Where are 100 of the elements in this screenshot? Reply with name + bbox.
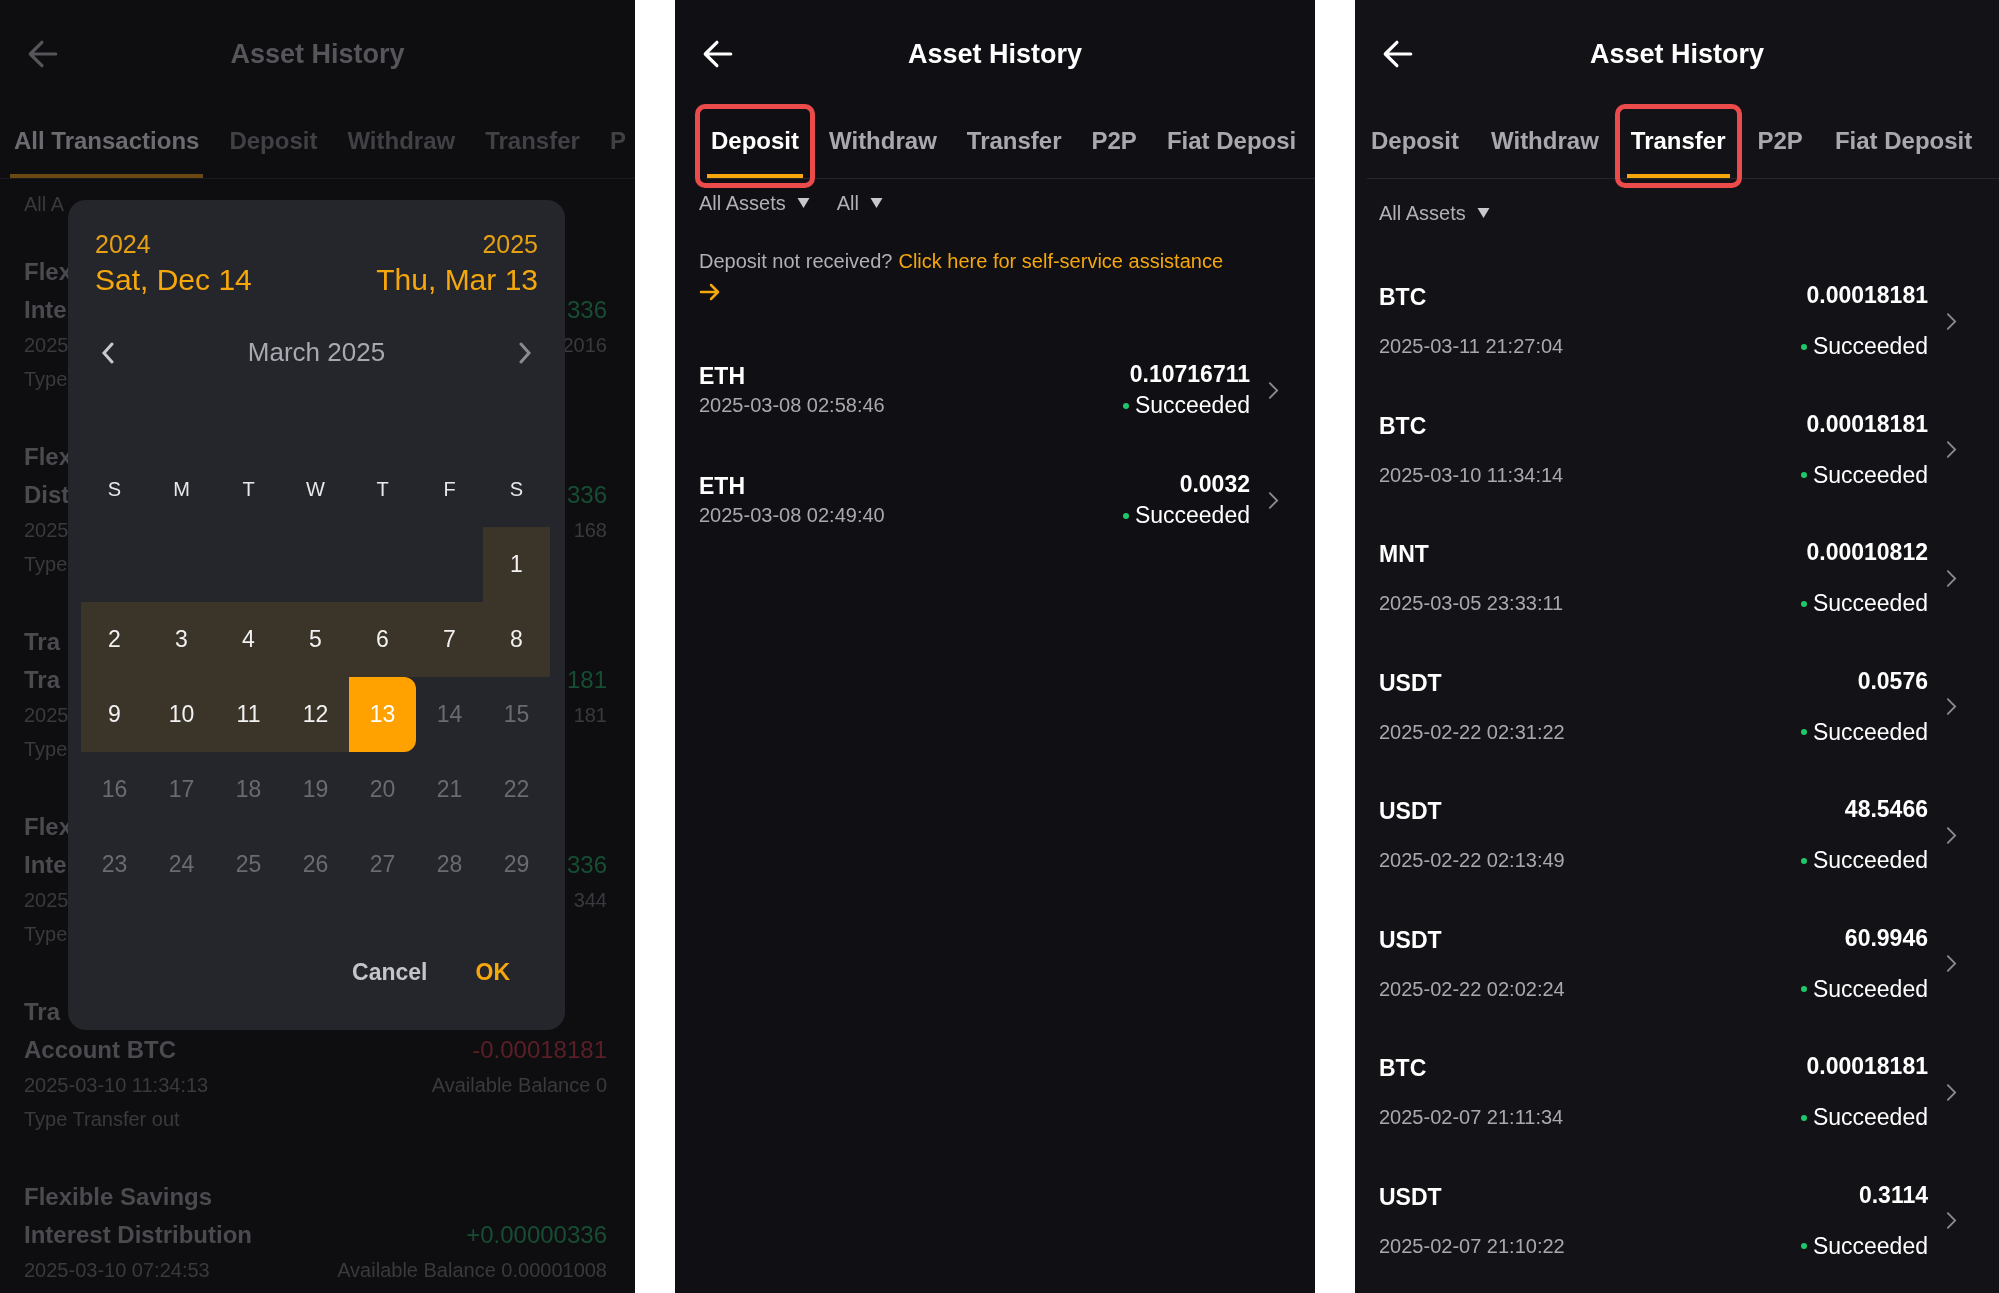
timestamp: 2025-03-11 21:27:04 [1379,335,1565,359]
weekday-label: M [172,477,191,501]
chevron-right-icon[interactable] [1268,490,1279,510]
end-year: 2025 [482,230,538,259]
month-label: March 2025 [247,337,386,368]
amount: 0.0032 [1179,471,1250,498]
record-title: Tra [24,666,62,695]
calendar-day[interactable]: 1 [483,527,550,602]
assistance-link[interactable]: Click here for self-service assistance [898,250,1223,272]
arrow-right-icon[interactable] [699,283,721,301]
amount: 0.00010812 [1806,539,1928,567]
amount: 336 [566,851,607,880]
calendar-day[interactable]: 5 [282,602,349,677]
asset-name: USDT [1379,1183,1443,1211]
tab[interactable]: Transfer [1626,108,1730,178]
status-text: Succeeded [1812,1232,1928,1260]
asset-name: BTC [1379,284,1428,312]
calendar-day[interactable]: 3 [148,602,215,677]
ok-button[interactable]: OK [471,955,514,990]
tab[interactable]: Withdraw [1487,108,1603,178]
previous-month-icon[interactable] [101,341,115,364]
timestamp: 2025-02-22 02:02:24 [1379,977,1566,1001]
caret-icon [1475,207,1491,219]
timestamp: 2025-03-05 23:33:11 [1379,592,1565,616]
amount: 0.3114 [1858,1181,1928,1209]
timestamp: 2025-03-08 02:58:46 [699,394,886,417]
filter-dropdown[interactable]: All Assets [699,191,811,215]
status-dot [1800,1243,1807,1250]
screen-title: Asset History [230,38,405,70]
record-title: Dist [24,481,71,510]
status-text: Succeeded [1812,333,1928,361]
next-month-icon[interactable] [518,341,532,364]
amount: -0.00018181 [472,1036,607,1065]
calendar-day[interactable]: 8 [483,602,550,677]
chevron-right-icon[interactable] [1946,311,1957,331]
chevron-right-icon[interactable] [1946,440,1957,460]
status-dot [1122,512,1129,519]
status-text: Succeeded [1134,502,1250,529]
asset-name: USDT [1379,926,1443,954]
status-dot [1122,402,1129,409]
status-text: Succeeded [1812,590,1928,618]
filter-dropdown[interactable]: All Assets [1379,201,1491,225]
calendar-day[interactable]: 11 [215,677,282,752]
status-dot [1800,1114,1807,1121]
notice-text: Deposit not received? Click here for self-service assistance [699,245,1259,311]
amount: 48.5466 [1844,796,1928,824]
cancel-button[interactable]: Cancel [348,955,432,990]
timestamp: 2025-02-22 02:31:22 [1379,720,1566,744]
tab[interactable]: Deposit [1367,108,1463,178]
chevron-right-icon[interactable] [1946,954,1957,974]
timestamp: 2025-02-07 21:11:34 [1379,1106,1565,1130]
timestamp: 2025-03-08 02:49:40 [699,504,886,527]
amount: 0.00018181 [1806,410,1928,438]
asset-name: USDT [1379,798,1443,826]
tab[interactable]: All Transactions [10,108,204,178]
tab[interactable]: Fiat Deposit [1830,108,1977,178]
status-text: Succeeded [1134,392,1250,419]
end-date[interactable]: Thu, Mar 13 [376,263,538,297]
status-text: Succeeded [1812,718,1928,746]
tab[interactable]: Deposit [707,108,803,178]
filter-dropdown[interactable]: All [836,191,884,215]
calendar-day[interactable]: 10 [148,677,215,752]
status-dot [1800,343,1807,350]
chevron-right-icon[interactable] [1946,697,1957,717]
timestamp: 2025-02-22 02:13:49 [1379,849,1566,873]
asset-name: USDT [1379,669,1443,697]
weekday-label: T [375,477,390,501]
calendar-day[interactable]: 7 [416,602,483,677]
chevron-right-icon[interactable] [1268,380,1279,400]
start-date[interactable]: Sat, Dec 14 [95,263,252,297]
record-title: Inte [24,851,68,880]
timestamp: 2025-02-07 21:10:22 [1379,1234,1566,1258]
tab[interactable]: Withdraw [825,108,941,178]
calendar-day[interactable]: 4 [215,602,282,677]
status-text: Succeeded [1812,461,1928,489]
record-title: Flexible Savings [24,1183,214,1212]
asset-name: ETH [699,473,746,500]
weekday-label: W [305,477,326,501]
record-title: Inte [24,296,68,325]
calendar-day[interactable]: 2 [81,602,148,677]
chevron-right-icon[interactable] [1946,1082,1957,1102]
chevron-right-icon[interactable] [1946,568,1957,588]
tab[interactable]: Fiat Deposi [1162,108,1301,178]
chevron-right-icon[interactable] [1946,825,1957,845]
tab[interactable]: P2P [1753,108,1807,178]
amount: +0.00000336 [466,1221,607,1250]
calendar-day[interactable]: 9 [81,677,148,752]
tab[interactable]: P2P [1087,108,1141,178]
calendar-day[interactable]: 12 [282,677,349,752]
tab[interactable]: Transfer [962,108,1066,178]
record-title: Interest Distribution [24,1221,252,1250]
amount: 0.00018181 [1806,282,1928,310]
screen-title: Asset History [907,38,1083,70]
amount: 0.0576 [1857,667,1928,695]
status-dot [1800,600,1807,607]
chevron-right-icon[interactable] [1946,1211,1957,1231]
amount: 0.00018181 [1806,1053,1928,1081]
calendar-day[interactable]: 6 [349,602,416,677]
record-title: Account BTC [24,1036,177,1065]
status-dot [1800,729,1807,736]
